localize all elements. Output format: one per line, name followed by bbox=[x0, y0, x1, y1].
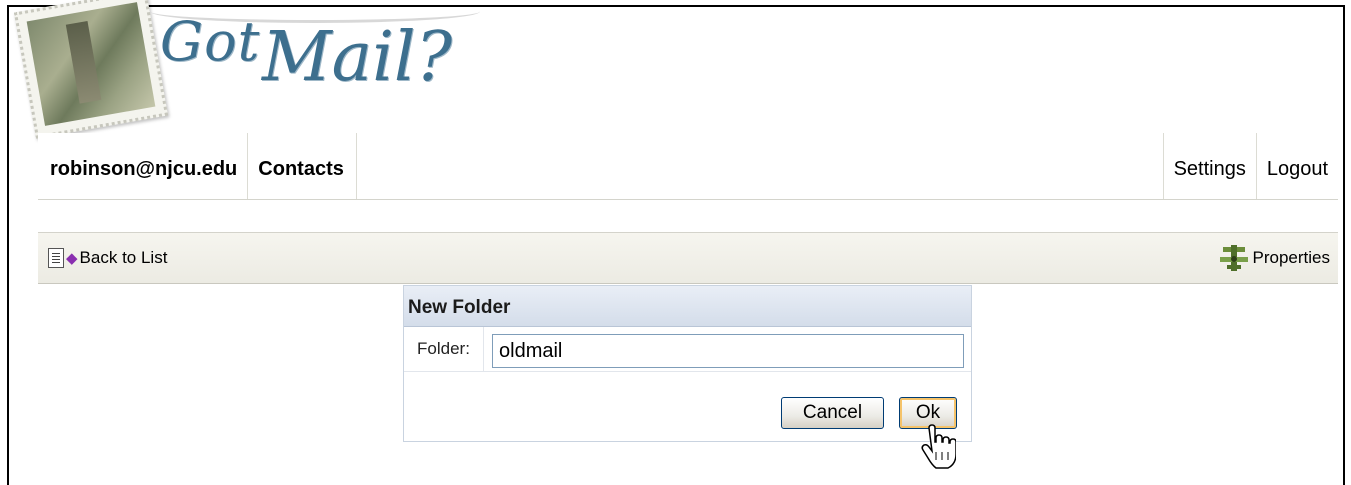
dialog-title: New Folder bbox=[404, 286, 971, 327]
logo-text-mail: Mail? bbox=[262, 18, 453, 97]
nav-right: Settings Logout bbox=[1162, 133, 1338, 199]
list-icon bbox=[48, 248, 64, 268]
properties-icon bbox=[1219, 245, 1248, 271]
nav-contacts[interactable]: Contacts bbox=[248, 133, 357, 199]
folder-label: Folder: bbox=[404, 327, 484, 371]
nav-settings[interactable]: Settings bbox=[1162, 133, 1256, 199]
folder-name-input[interactable] bbox=[492, 334, 964, 368]
logo-text-got: Got bbox=[160, 10, 261, 73]
properties-button[interactable]: Properties bbox=[1217, 243, 1330, 273]
nav-account-email[interactable]: robinson@njcu.edu bbox=[38, 133, 249, 199]
top-nav: robinson@njcu.edu Contacts Settings Logo… bbox=[38, 133, 1338, 200]
toolbar: ◆ Back to List Properties bbox=[38, 232, 1338, 284]
new-folder-dialog: New Folder Folder: Cancel Ok bbox=[403, 285, 972, 442]
back-to-list-button[interactable]: ◆ Back to List bbox=[48, 245, 167, 271]
cancel-button[interactable]: Cancel bbox=[781, 397, 884, 429]
folder-row: Folder: bbox=[404, 327, 971, 372]
nav-left: robinson@njcu.edu Contacts bbox=[38, 133, 357, 199]
nav-logout[interactable]: Logout bbox=[1255, 133, 1338, 199]
properties-label: Properties bbox=[1252, 248, 1330, 267]
back-to-list-label: Back to List bbox=[79, 248, 168, 267]
back-arrow-icon: ◆ bbox=[66, 250, 78, 267]
hand-cursor-icon bbox=[921, 424, 956, 469]
stamp-logo bbox=[13, 0, 169, 139]
